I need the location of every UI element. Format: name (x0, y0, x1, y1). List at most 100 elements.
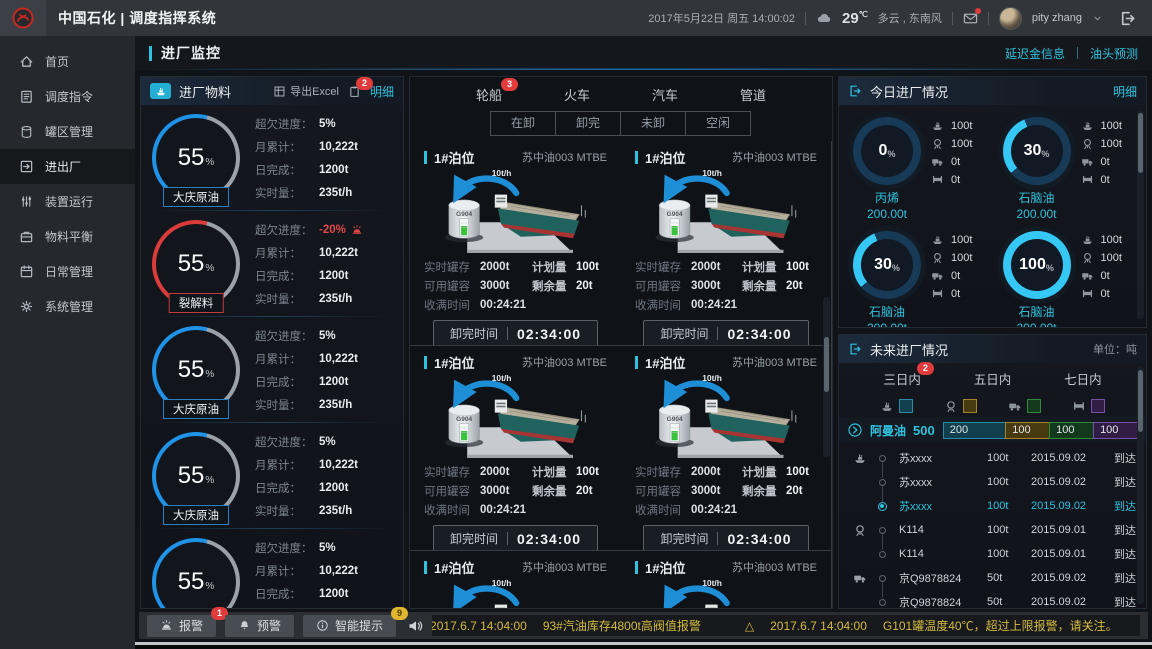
truck-icon (931, 269, 944, 282)
unload-time-button[interactable]: 卸完时间 02:34:00 (433, 525, 598, 551)
berth-title: 1#泊位 (434, 353, 474, 372)
material-name-chip: 大庆原油 (163, 399, 229, 419)
stat-value: 1200t (319, 482, 348, 494)
transport-icon (853, 523, 867, 537)
gauge-material-name: 石脑油 (849, 303, 925, 320)
oil-forecast-link[interactable]: 油头预测 (1090, 45, 1138, 62)
arrival-date: 2015.09.02 (1031, 596, 1111, 608)
delay-fee-link[interactable]: 延迟金信息 (1005, 45, 1065, 62)
mail-button[interactable] (963, 11, 978, 26)
expand-icon[interactable] (847, 422, 863, 438)
sidebar-item[interactable]: 日常管理 (0, 254, 135, 289)
timeline-dot[interactable] (879, 479, 886, 486)
header-divider (805, 12, 806, 25)
stat-label: 可用罐容 (424, 483, 480, 499)
warning-button[interactable]: 预警 (225, 615, 294, 637)
material-item: 55% 大庆原油 超欠进度：5% 月累计：10,222t 日完成：1200t 实… (141, 423, 403, 529)
panel-title: 今日进厂情况 (870, 82, 948, 101)
logout-button[interactable] (1119, 10, 1136, 27)
stat-value: 0t (1101, 270, 1110, 282)
status-tab[interactable]: 在卸 (490, 111, 556, 136)
door-arrow-icon (848, 342, 862, 356)
legend-item (1072, 399, 1105, 413)
stat-label: 收满时间 (424, 502, 480, 518)
range-tab[interactable]: 七日内 (1064, 369, 1102, 388)
gauge-ring: 30% (853, 231, 921, 299)
material-item: 55% 大庆原油 超欠进度：5% 月累计：10,222t 日完成：1200t 实… (141, 317, 403, 423)
berth-accent (424, 561, 427, 574)
today-scrollbar[interactable] (1137, 111, 1144, 319)
smart-tips-button[interactable]: 智能提示 9 (303, 615, 396, 637)
timeline-dot[interactable] (879, 551, 886, 558)
range-tab[interactable]: 三日内 2 (883, 369, 921, 388)
sidebar-item[interactable]: 罐区管理 (0, 114, 135, 149)
vehicle-id: 京Q9878824 (891, 570, 987, 586)
table-row[interactable]: 京Q9878824 50t 2015.09.02 到达 (847, 566, 1136, 590)
alarm-button[interactable]: 报警 1 (147, 615, 216, 637)
stat-value: 5% (319, 118, 336, 130)
chevron-down-icon[interactable] (1092, 13, 1103, 24)
transport-tab[interactable]: 汽车 (650, 85, 680, 104)
stat-label: 超欠进度： (255, 116, 319, 132)
alert-time: 2017.6.7 14:04:00 (432, 619, 527, 633)
scrollbar-thumb[interactable] (1138, 113, 1143, 173)
today-detail-link[interactable]: 明细 (1113, 83, 1137, 100)
excel-icon (273, 85, 286, 98)
sidebar-item-icon (19, 89, 34, 104)
timeline-dot[interactable] (879, 575, 886, 582)
table-row[interactable]: K114 100t 2015.09.01 到达 (847, 542, 1136, 566)
table-row[interactable]: K114 100t 2015.09.01 到达 (847, 518, 1136, 542)
sidebar-item[interactable]: 物料平衡 (0, 219, 135, 254)
status-tab[interactable]: 卸完 (555, 111, 621, 136)
timeline-dot[interactable] (879, 455, 886, 462)
stat-value: 0t (1101, 174, 1110, 186)
user-name[interactable]: pity zhang (1032, 12, 1082, 24)
incoming-materials-panel: 进厂物料 导出Excel 2 明细 (140, 76, 404, 609)
table-row[interactable]: 苏xxxx 100t 2015.09.02 到达 (847, 494, 1136, 518)
scrollbar-thumb[interactable] (824, 337, 829, 392)
status-badge: 到达 (1111, 474, 1136, 490)
stat-label: 实时量： (255, 291, 319, 307)
unload-time-button[interactable]: 卸完时间 02:34:00 (643, 320, 808, 346)
status-badge: 到达 (1111, 546, 1136, 562)
speaker-icon[interactable] (407, 618, 423, 634)
sidebar-item-label: 日常管理 (45, 263, 93, 280)
table-row[interactable]: 苏xxxx 100t 2015.09.02 到达 (847, 470, 1136, 494)
timeline-dot[interactable] (879, 527, 886, 534)
unload-time-button[interactable]: 卸完时间 02:34:00 (433, 320, 598, 346)
center-scrollbar[interactable] (823, 297, 830, 457)
sidebar-item[interactable]: 首页 (0, 44, 135, 79)
report-button[interactable]: 2 (348, 85, 361, 98)
status-tab[interactable]: 未卸 (620, 111, 686, 136)
sidebar-item[interactable]: 装置运行 (0, 184, 135, 219)
transfer-arrow (670, 179, 727, 194)
sidebar-item[interactable]: 进出厂 (0, 149, 135, 184)
materials-detail-link[interactable]: 明细 (370, 83, 394, 100)
stat-value: 2000t (691, 466, 720, 478)
transport-tab[interactable]: 轮船 3 (474, 85, 504, 104)
stat-value: 20t (576, 280, 593, 292)
export-excel-button[interactable]: 导出Excel (273, 83, 339, 99)
transport-tab[interactable]: 火车 (562, 85, 592, 104)
status-tab[interactable]: 空闲 (685, 111, 751, 136)
app-title: 中国石化 | 调度指挥系统 (58, 8, 216, 28)
transport-tab[interactable]: 管道 (738, 85, 768, 104)
summary-segment: 100 (1005, 422, 1050, 439)
unload-time-button[interactable]: 卸完时间 02:34:00 (643, 525, 808, 551)
future-scrollbar[interactable] (1137, 367, 1144, 604)
gauge-material-amount: 200.00t (849, 321, 925, 327)
stat-value: 10,222t (319, 141, 358, 153)
sidebar-item[interactable]: 调度指令 (0, 79, 135, 114)
timeline-dot[interactable] (879, 599, 886, 606)
range-tab[interactable]: 五日内 (974, 369, 1012, 388)
gauge-material-amount: 200.00t (999, 321, 1075, 327)
stat-label: 计划量 (532, 259, 576, 275)
table-row[interactable]: 苏xxxx 100t 2015.09.02 到达 (847, 446, 1136, 470)
table-row[interactable]: 京Q9878824 50t 2015.09.02 到达 (847, 590, 1136, 608)
scrollbar-thumb[interactable] (1138, 370, 1143, 432)
sidebar-item[interactable]: 系统管理 (0, 289, 135, 324)
berth-illustration: G904 10t/h (635, 167, 817, 259)
stat-label: 月累计： (255, 139, 319, 155)
user-avatar[interactable] (999, 7, 1022, 30)
timeline-dot[interactable] (878, 502, 887, 511)
